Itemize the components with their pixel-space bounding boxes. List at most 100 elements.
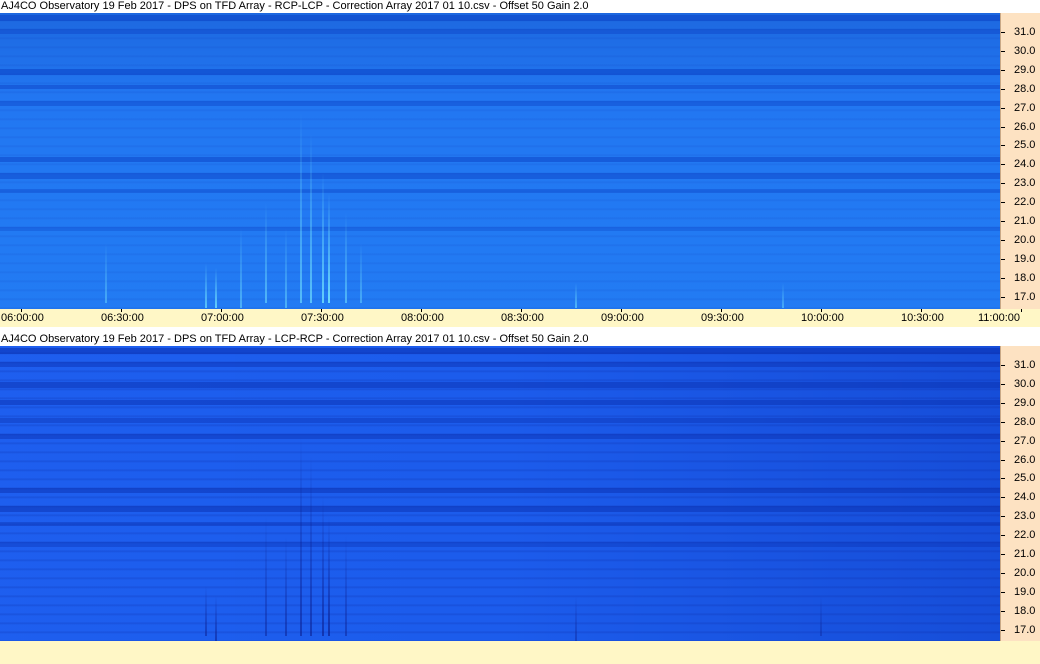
burst-streak [215,268,217,308]
y-tick [1001,277,1005,279]
y-tick [1001,459,1005,461]
burst-streak [360,243,362,303]
y-tick-label: 21.0 [1014,215,1036,227]
y-tick-label: 24.0 [1014,158,1036,171]
y-tick-label: 27.0 [1014,101,1036,114]
y-tick-label: 26.0 [1014,453,1036,466]
burst-streak [310,456,312,636]
y-tick [1001,516,1005,518]
y-tick-label: 28.0 [1014,82,1036,95]
x-tick-label: 10:00:00 [801,312,844,324]
burst-streak [575,596,577,641]
y-tick-label: 22.0 [1014,529,1036,542]
burst-streak [345,536,347,636]
x-tick-label: 09:30:00 [701,312,744,324]
y-tick-label: 18.0 [1014,271,1036,284]
y-tick-label: 25.0 [1014,472,1036,485]
y-tick-label: 21.0 [1014,548,1036,560]
burst-streak [310,133,312,303]
y-tick-label: 23.0 [1014,510,1036,523]
y-tick [1001,383,1005,385]
x-tick-label: 07:30:00 [301,312,344,324]
y-tick-label: 17.0 [1014,623,1036,636]
y-tick-label: 30.0 [1014,44,1036,57]
y-tick-label: 17.0 [1014,290,1036,303]
y-tick [1001,88,1005,90]
y-tick [1001,126,1005,128]
burst-streak [345,213,347,303]
x-tick-label: 07:00:00 [201,312,244,324]
spectral-band [0,522,1000,526]
spectral-band [0,85,1000,89]
spectral-band [0,348,1000,354]
y-tick [1001,421,1005,423]
y-tick-label: 22.0 [1014,196,1036,209]
y-tick [1001,145,1005,147]
y-tick [1001,497,1005,499]
y-tick-label: 30.0 [1014,377,1036,390]
y-tick-label: 19.0 [1014,585,1036,598]
y-tick [1001,183,1005,185]
top-spectrogram [0,13,1000,309]
y-tick [1001,202,1005,204]
x-tick-label: 09:00:00 [601,312,644,324]
y-tick-label: 31.0 [1014,359,1036,371]
burst-streak [285,228,287,308]
y-tick-label: 20.0 [1014,566,1036,579]
burst-streak [322,496,324,636]
spectral-band [0,173,1000,179]
y-tick-label: 19.0 [1014,252,1036,265]
y-tick [1001,478,1005,480]
top-frequency-axis: 31.0 30.0 29.0 28.0 27.0 26.0 25.0 24.0 23.0 22.0… [1000,13,1040,309]
spectral-band [0,189,1000,193]
spectral-band [0,506,1000,512]
x-tick-label: 10:30:00 [901,312,944,324]
bottom-panel-title: AJ4CO Observatory 19 Feb 2017 - DPS on T… [0,333,1040,346]
spectral-band [0,227,1000,231]
spectral-band [0,382,1000,388]
time-axis: 06:00:00 06:30:00 07:00:00 07:30:00 08:00:00… [0,309,1040,327]
top-panel-title: AJ4CO Observatory 19 Feb 2017 - DPS on T… [0,0,1040,13]
bottom-frequency-axis: 31.0 30.0 29.0 28.0 27.0 26.0 25.0 24.0 23.0 22.0… [1000,346,1040,641]
burst-streak [782,283,784,308]
y-tick [1001,69,1005,71]
spectral-band [0,69,1000,75]
x-tick [1021,309,1022,312]
bottom-status-strip [0,641,1040,664]
y-tick [1001,258,1005,260]
y-tick [1001,221,1005,222]
y-tick-label: 26.0 [1014,120,1036,133]
spectral-band [0,488,1000,493]
burst-streak [240,228,242,308]
bottom-spectrogram [0,346,1000,641]
y-tick [1001,164,1005,166]
spectral-band [0,362,1000,367]
spectral-band [0,29,1000,34]
burst-streak [328,193,330,303]
y-tick [1001,239,1005,241]
burst-streak [575,283,577,308]
burst-streak [322,173,324,303]
y-tick-label: 28.0 [1014,415,1036,428]
x-tick-label: 11:00:00 [978,312,1021,324]
burst-streak [265,516,267,636]
y-tick [1001,32,1005,33]
y-tick [1001,296,1005,298]
y-tick [1001,591,1005,593]
y-tick [1001,365,1005,366]
y-tick [1001,629,1005,631]
y-tick-label: 24.0 [1014,491,1036,504]
y-tick-label: 29.0 [1014,396,1036,409]
y-tick-label: 23.0 [1014,177,1036,190]
y-tick [1001,572,1005,574]
spectral-band [0,101,1000,106]
burst-streak [205,586,207,636]
burst-streak [300,436,302,636]
y-tick [1001,402,1005,404]
y-tick-label: 29.0 [1014,63,1036,76]
y-tick [1001,440,1005,442]
y-tick [1001,610,1005,612]
burst-streak [328,516,330,636]
y-tick [1001,50,1005,52]
burst-streak [820,596,822,636]
